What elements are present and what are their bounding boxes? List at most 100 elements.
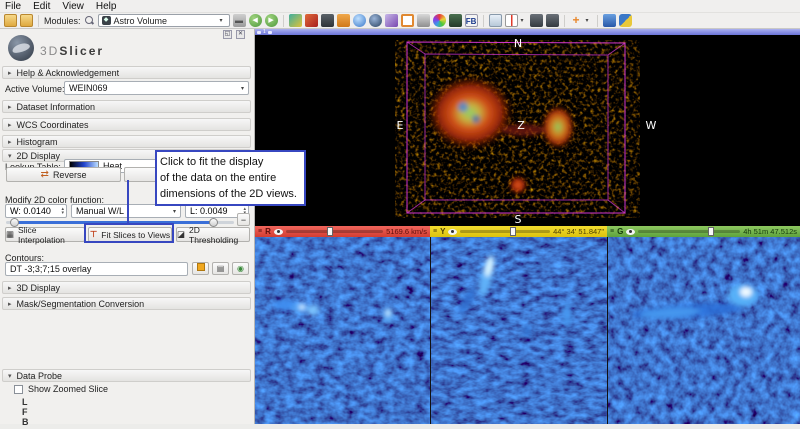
- interpolation-icon: ▦: [6, 229, 14, 240]
- threshold-icon: ◪: [177, 229, 185, 240]
- screen-capture-icon[interactable]: ▬: [233, 14, 246, 27]
- chevron-down-icon: ▾: [173, 208, 176, 215]
- 2d-thresholding-button[interactable]: ◪ 2D Thresholding: [176, 227, 250, 242]
- module-search-icon[interactable]: [84, 15, 95, 26]
- panel-close-icon[interactable]: ✕: [236, 30, 245, 39]
- chevron-down-icon[interactable]: ▾: [586, 17, 592, 24]
- save-scene-icon[interactable]: [20, 14, 33, 27]
- history-forward-icon[interactable]: ▶: [265, 14, 278, 27]
- slider-handle[interactable]: [327, 227, 333, 236]
- visibility-eye-icon[interactable]: [274, 229, 283, 235]
- crosshair-icon[interactable]: [505, 14, 518, 27]
- yellow-slice-controller-bar[interactable]: ≡ Y 44° 34' 51.847": [430, 226, 607, 237]
- menu-view[interactable]: View: [62, 1, 84, 12]
- measure-module-icon[interactable]: [417, 14, 430, 27]
- volumes-module-icon[interactable]: [305, 14, 318, 27]
- visibility-eye-icon[interactable]: [448, 229, 457, 235]
- volume-rendering-module-icon[interactable]: [449, 14, 462, 27]
- editor-module-icon[interactable]: [385, 14, 398, 27]
- contour-print-button[interactable]: ▤: [212, 262, 229, 275]
- toolbar-separator: [283, 15, 284, 27]
- section-histogram[interactable]: ▸ Histogram: [2, 135, 251, 148]
- python-console-icon[interactable]: [619, 14, 632, 27]
- contours-field[interactable]: DT -3;3;7;15 overlay: [5, 262, 188, 276]
- sample-data-module-icon[interactable]: [289, 14, 302, 27]
- toolbar-separator: [564, 15, 565, 27]
- section-dataset-information[interactable]: ▸ Dataset Information: [2, 100, 251, 113]
- transforms-module-icon[interactable]: [401, 14, 414, 27]
- zoom-out-module-icon[interactable]: [369, 14, 382, 27]
- pin-icon[interactable]: ≡: [433, 226, 437, 237]
- level-value: L: 0.0049: [190, 206, 241, 216]
- colors-module-icon[interactable]: [433, 14, 446, 27]
- chevron-right-icon: ▸: [8, 69, 12, 77]
- slicer-logo: [8, 35, 34, 61]
- probe-row-l: L: [22, 397, 28, 407]
- yellow-slice-view[interactable]: [430, 237, 607, 424]
- slice-offset-slider[interactable]: [286, 230, 383, 233]
- spin-arrows-icon[interactable]: ▴▾: [61, 207, 64, 215]
- green-slice-view[interactable]: [607, 237, 800, 424]
- swap-icon: ⇄: [41, 169, 49, 180]
- chevron-right-icon: ▸: [8, 300, 12, 308]
- section-3d-display[interactable]: ▸ 3D Display: [2, 281, 251, 294]
- slice-offset-slider[interactable]: [638, 230, 740, 233]
- pin-icon[interactable]: ≡: [610, 226, 614, 237]
- callout-text-line2: of the data on the entire: [160, 170, 301, 186]
- chevron-down-icon: ▾: [8, 152, 12, 160]
- section-mask-segmentation[interactable]: ▸ Mask/Segmentation Conversion: [2, 297, 251, 310]
- menu-edit[interactable]: Edit: [33, 1, 50, 12]
- segmentations-module-icon[interactable]: [321, 14, 334, 27]
- add-scene-view-icon[interactable]: +: [570, 14, 583, 27]
- contour-color-button[interactable]: [192, 262, 209, 275]
- pin-icon[interactable]: ≡: [258, 226, 262, 237]
- extensions-icon[interactable]: [603, 14, 616, 27]
- panel-undock-icon[interactable]: ◱: [223, 30, 232, 39]
- fiber-bundles-module-icon[interactable]: FB: [465, 14, 478, 27]
- zoom-in-module-icon[interactable]: [353, 14, 366, 27]
- view-options-icon[interactable]: [268, 31, 272, 34]
- markups-module-icon[interactable]: [337, 14, 350, 27]
- slice-interpolation-button[interactable]: ▦ Slice Interpolation: [5, 227, 85, 242]
- menu-file[interactable]: File: [5, 1, 21, 12]
- pin-icon[interactable]: [257, 31, 261, 34]
- printer-icon: ▤: [217, 264, 225, 273]
- chevron-down-icon[interactable]: ▾: [521, 17, 527, 24]
- module-selector-combo[interactable]: ◆ Astro Volume ▾: [98, 14, 230, 27]
- section-wcs-coordinates[interactable]: ▸ WCS Coordinates: [2, 118, 251, 131]
- screenshot-icon[interactable]: [530, 14, 543, 27]
- scene-views-icon[interactable]: [546, 14, 559, 27]
- wl-mode-combo[interactable]: Manual W/L ▾: [71, 204, 181, 218]
- reverse-button[interactable]: ⇄ Reverse: [6, 167, 121, 182]
- layout-selector-icon[interactable]: [489, 14, 502, 27]
- visibility-eye-icon[interactable]: [626, 229, 635, 235]
- history-back-icon[interactable]: ◀: [249, 14, 262, 27]
- show-zoomed-slice-checkbox[interactable]: [14, 385, 23, 394]
- load-data-icon[interactable]: [4, 14, 17, 27]
- section-data-probe[interactable]: ▾ Data Probe: [2, 369, 251, 382]
- orientation-label-w: W: [646, 119, 657, 132]
- window-spinbox[interactable]: W: 0.0140 ▴▾: [5, 204, 67, 218]
- slice-letter-badge: G: [617, 227, 623, 236]
- slice-offset-slider[interactable]: [460, 230, 550, 233]
- section-help-acknowledgement[interactable]: ▸ Help & Acknowledgement: [2, 66, 251, 79]
- show-zoomed-slice-label: Show Zoomed Slice: [28, 384, 108, 394]
- chevron-right-icon: ▸: [8, 121, 12, 129]
- red-slice-controller-bar[interactable]: ≡ R 5169.6 km/s: [255, 226, 430, 237]
- menu-help[interactable]: Help: [96, 1, 117, 12]
- slice-offset-value: 4h 51m 47.512s: [743, 227, 797, 236]
- slice-offset-value: 44° 34' 51.847": [553, 227, 604, 236]
- globe-icon: ◉: [237, 264, 244, 273]
- active-volume-combo[interactable]: WEIN069 ▾: [64, 81, 249, 95]
- 3d-view[interactable]: N E Z W S: [255, 35, 800, 226]
- chevron-right-icon: ▸: [8, 284, 12, 292]
- orientation-label-n: N: [514, 37, 522, 50]
- probe-row-b: B: [22, 417, 29, 427]
- slider-handle[interactable]: [510, 227, 516, 236]
- slider-handle[interactable]: [708, 227, 714, 236]
- toolbar-separator: [38, 15, 39, 27]
- green-slice-controller-bar[interactable]: ≡ G 4h 51m 47.512s: [607, 226, 800, 237]
- chevron-down-icon: ▾: [8, 372, 12, 380]
- red-slice-view[interactable]: [255, 237, 430, 424]
- contour-globe-button[interactable]: ◉: [232, 262, 249, 275]
